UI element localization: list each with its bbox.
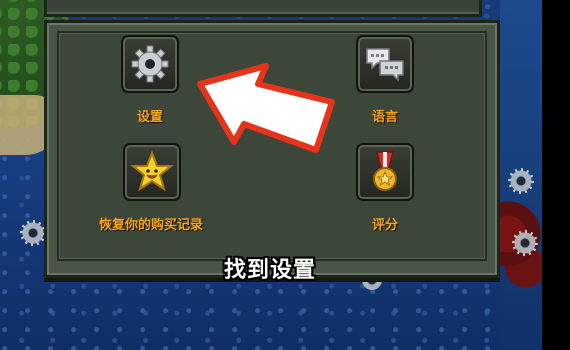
restore-purchases-label[interactable]: 恢复你的购买记录 bbox=[90, 214, 212, 233]
pointer-arrow-icon bbox=[197, 63, 335, 153]
black-edge bbox=[542, 0, 570, 350]
language-label[interactable]: 语言 bbox=[356, 106, 414, 125]
gear-icon bbox=[131, 45, 169, 83]
rate-button[interactable] bbox=[356, 143, 414, 201]
speech-bubbles-icon bbox=[366, 48, 404, 82]
medal-icon bbox=[373, 151, 397, 191]
game-scene: 设置 语言 恢复你的购买记录 评分 找到设置 bbox=[0, 0, 570, 350]
rate-label[interactable]: 评分 bbox=[356, 214, 414, 233]
map-gear-icon bbox=[20, 220, 46, 246]
map-gear-icon bbox=[508, 168, 534, 194]
subtitle-caption: 找到设置 bbox=[223, 258, 316, 283]
settings-label[interactable]: 设置 bbox=[121, 106, 179, 125]
star-icon bbox=[130, 150, 174, 192]
panel-top-strip bbox=[44, 0, 482, 17]
restore-purchases-button[interactable] bbox=[123, 143, 181, 201]
language-button[interactable] bbox=[356, 35, 414, 93]
settings-button[interactable] bbox=[121, 35, 179, 93]
